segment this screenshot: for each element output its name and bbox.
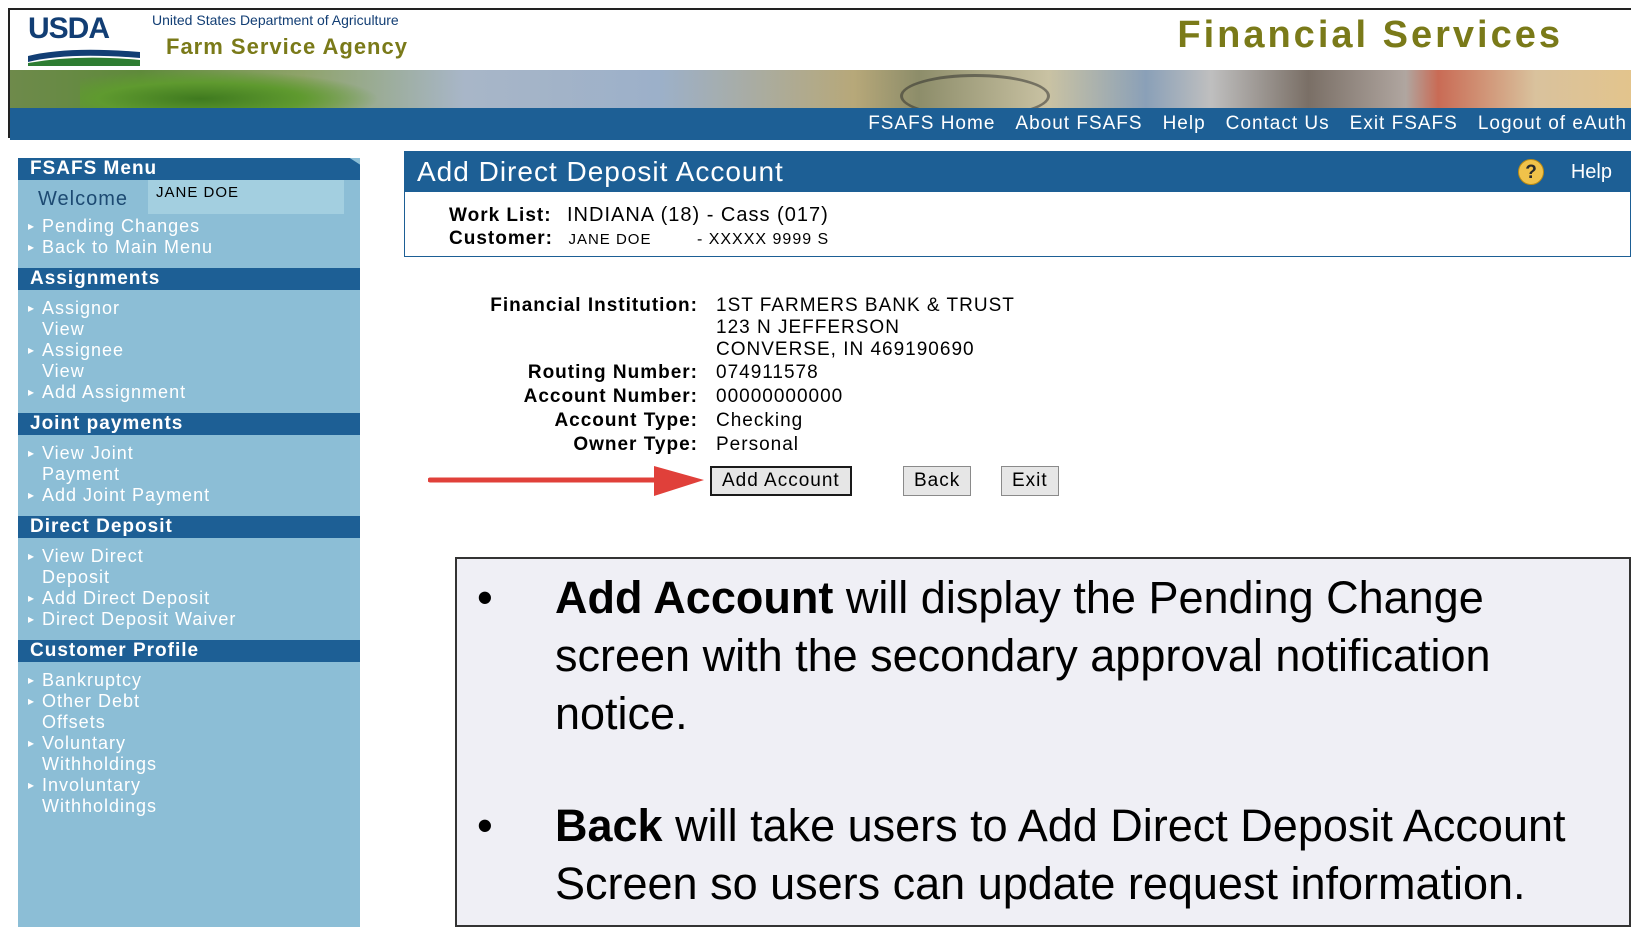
usda-logo[interactable]: USDA: [24, 12, 146, 68]
callout-bullet-2-text: will take users to Add Direct Deposit Ac…: [555, 800, 1566, 909]
sidebar-section-direct-deposit: Direct Deposit: [18, 516, 360, 538]
nav-link-contact-us[interactable]: Contact Us: [1226, 113, 1330, 135]
nav-link-fsafs-home[interactable]: FSAFS Home: [868, 113, 995, 135]
owner-type-value: Personal: [716, 434, 799, 455]
department-name: United States Department of Agriculture: [152, 12, 399, 28]
customer-label: Customer:: [449, 228, 554, 249]
bullet-dot: •: [477, 800, 493, 851]
top-navigation: FSAFS Home About FSAFS Help Contact Us E…: [10, 108, 1631, 140]
callout-bullet-2-bold: Back: [555, 800, 663, 851]
sidebar-section-customer-profile: Customer Profile: [18, 640, 360, 662]
sidebar-item-add-assignment[interactable]: Add Assignment: [28, 382, 360, 403]
routing-number-label: Routing Number:: [527, 362, 698, 383]
nav-link-exit-fsafs[interactable]: Exit FSAFS: [1350, 113, 1458, 135]
callout-bullet-1-bold: Add Account: [555, 572, 834, 623]
welcome-block: Welcome JANE DOE: [18, 180, 360, 216]
nav-link-about-fsafs[interactable]: About FSAFS: [1015, 113, 1142, 135]
customer-row: Customer: JANE DOE - XXXXX 9999 S: [449, 228, 829, 250]
sidebar-item-bankruptcy[interactable]: Bankruptcy: [28, 670, 360, 691]
sidebar-item-back-to-main-menu[interactable]: Back to Main Menu: [28, 237, 218, 258]
financial-institution-name: 1ST FARMERS BANK & TRUST: [716, 295, 1015, 316]
customer-name: JANE DOE: [568, 231, 652, 248]
welcome-user-name: JANE DOE: [148, 180, 344, 214]
red-arrow-icon: [428, 466, 704, 496]
sidebar-section-assignments: Assignments: [18, 268, 360, 290]
sidebar-item-voluntary-withholdings[interactable]: Voluntary Withholdings: [28, 733, 218, 775]
financial-institution-label: Financial Institution:: [490, 295, 698, 316]
nav-link-help[interactable]: Help: [1163, 113, 1206, 135]
sidebar-menu-title: FSAFS Menu: [18, 158, 360, 180]
customer-id: - XXXXX 9999 S: [696, 231, 830, 248]
sidebar-item-direct-deposit-waiver[interactable]: Direct Deposit Waiver: [28, 609, 360, 630]
page-title: Add Direct Deposit Account: [417, 156, 784, 187]
sidebar-item-view-direct-deposit[interactable]: View Direct Deposit: [28, 546, 198, 588]
work-list-panel: Add Direct Deposit Account ? Help Work L…: [404, 151, 1631, 257]
nav-link-logout[interactable]: Logout of eAuth: [1478, 113, 1627, 135]
back-button[interactable]: Back: [903, 466, 972, 496]
usda-logo-text: USDA: [28, 12, 110, 45]
account-number-label: Account Number:: [523, 386, 698, 407]
sidebar-section-joint-payments: Joint payments: [18, 413, 360, 435]
sidebar-item-view-joint-payment[interactable]: View Joint Payment: [28, 443, 178, 485]
agency-name: Farm Service Agency: [166, 34, 408, 59]
sidebar-item-add-joint-payment[interactable]: Add Joint Payment: [28, 485, 360, 506]
sidebar-menu: FSAFS Menu Welcome JANE DOE Pending Chan…: [18, 158, 360, 927]
financial-institution-address: 123 N JEFFERSON: [716, 317, 900, 338]
account-type-label: Account Type:: [554, 410, 698, 431]
sidebar-item-pending-changes[interactable]: Pending Changes: [28, 216, 360, 237]
site-header: USDA United States Department of Agricul…: [8, 8, 1631, 140]
help-question-icon[interactable]: ?: [1518, 159, 1544, 185]
routing-number-value: 074911578: [716, 362, 819, 383]
work-list-row: Work List: INDIANA (18) - Cass (017): [449, 204, 829, 227]
sidebar-item-assignee-view[interactable]: Assignee View: [28, 340, 158, 382]
usda-swoosh-icon: [28, 49, 140, 66]
instruction-callout: • Add Account will display the Pending C…: [455, 557, 1631, 927]
account-type-value: Checking: [716, 410, 804, 431]
welcome-label: Welcome: [38, 188, 128, 210]
work-list-value: INDIANA (18) - Cass (017): [567, 204, 829, 226]
sidebar-item-assignor-view[interactable]: Assignor View: [28, 298, 148, 340]
app-title: Financial Services: [1177, 14, 1563, 56]
add-account-button[interactable]: Add Account: [710, 466, 852, 496]
account-number-value: 00000000000: [716, 386, 844, 407]
help-link[interactable]: Help: [1571, 161, 1612, 184]
sidebar-item-other-debt-offsets[interactable]: Other Debt Offsets: [28, 691, 198, 733]
page-title-bar: Add Direct Deposit Account ? Help: [405, 152, 1630, 192]
owner-type-label: Owner Type:: [573, 434, 698, 455]
work-list-label: Work List:: [449, 205, 552, 226]
financial-institution-city: CONVERSE, IN 469190690: [716, 339, 975, 360]
bullet-dot: •: [477, 572, 493, 623]
exit-button[interactable]: Exit: [1001, 466, 1059, 496]
sidebar-item-involuntary-withholdings[interactable]: Involuntary Withholdings: [28, 775, 218, 817]
sidebar-item-add-direct-deposit[interactable]: Add Direct Deposit: [28, 588, 360, 609]
